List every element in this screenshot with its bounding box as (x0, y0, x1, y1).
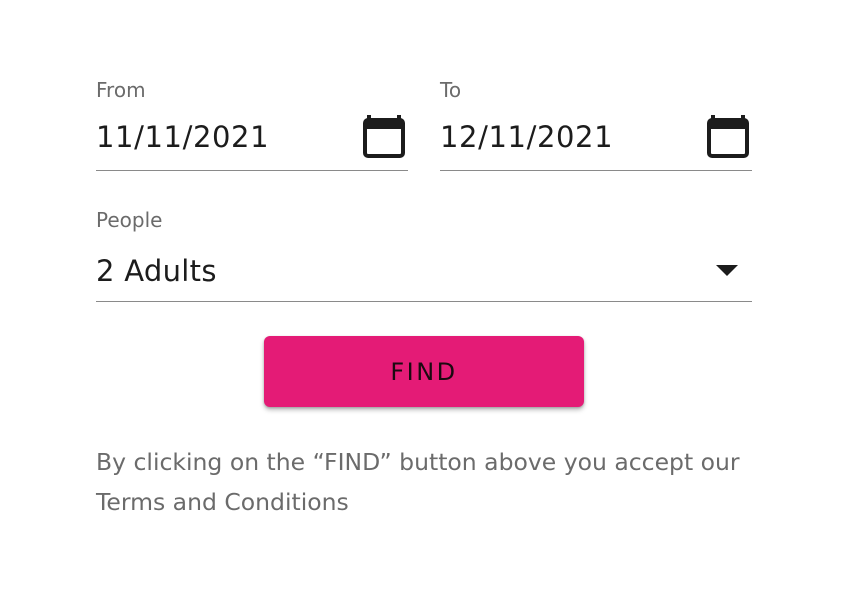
to-date-value[interactable]: 12/11/2021 (440, 120, 613, 154)
calendar-icon[interactable] (363, 115, 405, 159)
terms-disclaimer: By clicking on the “FIND” button above y… (96, 448, 740, 516)
from-date-underline (96, 170, 408, 171)
to-date-field[interactable]: To 12/11/2021 (440, 78, 752, 174)
from-date-label: From (96, 78, 146, 102)
to-date-label: To (440, 78, 462, 102)
find-button[interactable]: FIND (264, 336, 584, 407)
to-date-underline (440, 170, 752, 171)
from-date-value[interactable]: 11/11/2021 (96, 120, 269, 154)
people-select[interactable]: People 2 Adults (96, 208, 752, 304)
people-underline (96, 301, 752, 302)
from-date-field[interactable]: From 11/11/2021 (96, 78, 408, 174)
dropdown-arrow-icon[interactable] (716, 265, 738, 276)
people-label: People (96, 208, 163, 232)
calendar-icon[interactable] (707, 115, 749, 159)
people-value[interactable]: 2 Adults (96, 254, 217, 288)
